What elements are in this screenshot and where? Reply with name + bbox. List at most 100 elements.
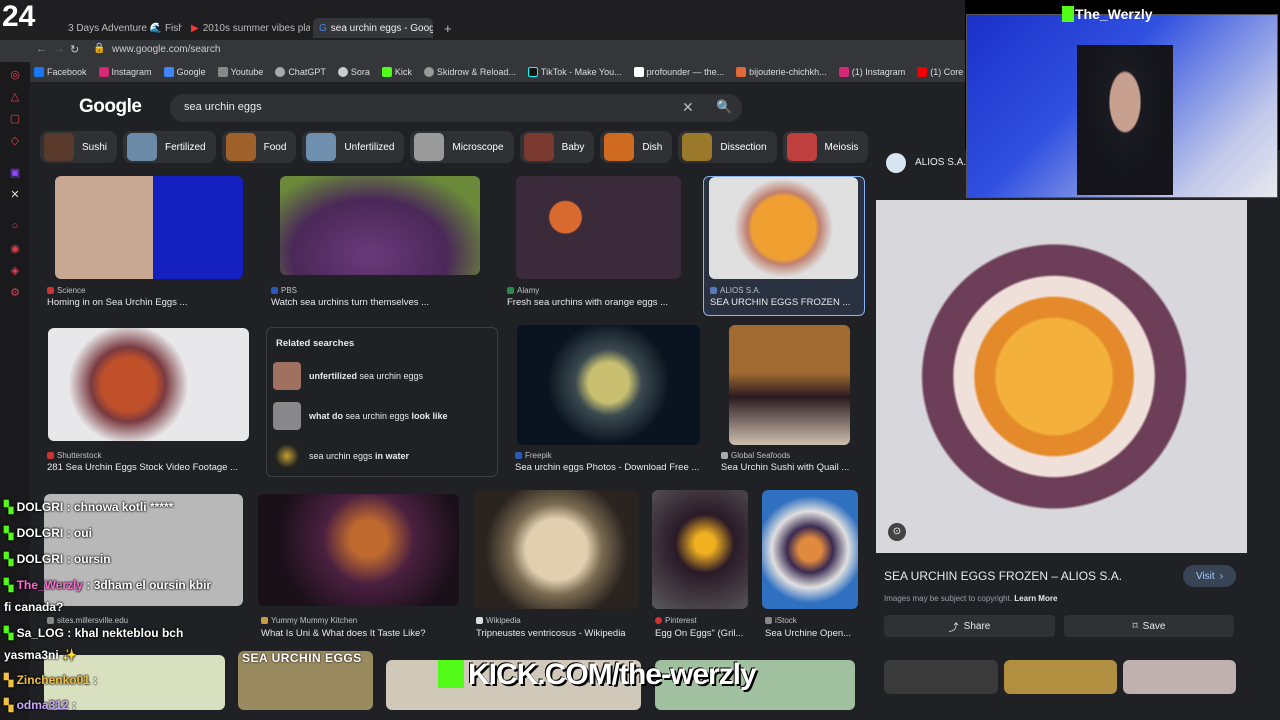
- chip-baby[interactable]: Baby: [519, 131, 595, 163]
- new-tab-button[interactable]: +: [438, 18, 454, 38]
- preview-image[interactable]: [876, 200, 1247, 553]
- result-image[interactable]: [48, 328, 249, 441]
- result-source[interactable]: Wikipedia: [476, 616, 521, 625]
- sidebar-app-icon[interactable]: ◇: [8, 134, 22, 148]
- panel-source[interactable]: ALIOS S.A.: [915, 157, 966, 168]
- bookmark-instagram[interactable]: Instagram: [98, 67, 152, 77]
- result-source[interactable]: Science: [47, 286, 85, 295]
- settings-icon[interactable]: ⚙: [8, 286, 22, 300]
- related-thumbnail[interactable]: [1004, 660, 1117, 694]
- bookmark-profounder[interactable]: profounder — the...: [633, 67, 724, 77]
- bookmark-facebook[interactable]: Facebook: [34, 67, 87, 77]
- search-box[interactable]: sea urchin eggs ✕ 🔍: [170, 94, 742, 122]
- related-thumbnail[interactable]: [884, 660, 998, 694]
- result-image[interactable]: [474, 490, 639, 609]
- related-item[interactable]: sea urchin eggs in water: [273, 442, 409, 470]
- search-input[interactable]: sea urchin eggs: [184, 101, 262, 113]
- chip-thumbnail: [604, 133, 635, 161]
- result-caption[interactable]: What Is Uni & What does It Taste Like?: [261, 628, 461, 639]
- sidebar-app-icon[interactable]: ◎: [8, 68, 22, 82]
- sidebar-app-icon[interactable]: ○: [8, 220, 22, 234]
- sidebar-app-icon[interactable]: ◉: [8, 242, 22, 256]
- streamer-name: The_Werzly: [1075, 6, 1153, 22]
- result-image[interactable]: [729, 325, 850, 445]
- result-caption[interactable]: Homing in on Sea Urchin Eggs ...: [47, 297, 247, 308]
- panel-title[interactable]: SEA URCHIN EGGS FROZEN – ALIOS S.A.: [884, 569, 1122, 583]
- result-caption[interactable]: Sea Urchin Sushi with Quail ...: [721, 462, 861, 473]
- result-image[interactable]: [55, 176, 243, 279]
- result-source[interactable]: iStock: [765, 616, 797, 625]
- x-icon[interactable]: ✕: [8, 188, 22, 202]
- related-item[interactable]: unfertilized sea urchin eggs: [273, 362, 423, 390]
- result-source[interactable]: sites.millersville.edu: [47, 616, 128, 625]
- result-source[interactable]: ALIOS S.A.: [710, 286, 761, 295]
- tab-adventure[interactable]: 3 Days Adventure 🌊 Fish: [62, 18, 182, 38]
- bookmark-core-men[interactable]: (1) Core men: [917, 67, 965, 77]
- sidebar-app-icon[interactable]: ◈: [8, 264, 22, 278]
- bookmark-skidrow[interactable]: Skidrow & Reload...: [423, 67, 516, 77]
- bookmark-chatgpt[interactable]: ChatGPT: [275, 67, 326, 77]
- result-source[interactable]: PBS: [271, 286, 297, 295]
- result-image[interactable]: [709, 177, 858, 279]
- chip-dissection[interactable]: Dissection: [678, 131, 777, 163]
- learn-more-link[interactable]: Learn More: [1014, 594, 1057, 603]
- result-caption[interactable]: Watch sea urchins turn themselves ...: [271, 297, 486, 308]
- url-field[interactable]: www.google.com/search: [112, 44, 220, 55]
- bookmark-instagram-2[interactable]: (1) Instagram: [838, 67, 905, 77]
- lens-icon[interactable]: ⊙: [888, 523, 906, 541]
- result-image[interactable]: [516, 176, 681, 279]
- save-button[interactable]: ⌑ Save: [1064, 615, 1234, 637]
- visit-button[interactable]: Visit ›: [1183, 565, 1236, 587]
- result-image[interactable]: [517, 325, 700, 445]
- search-icon[interactable]: 🔍: [716, 99, 732, 115]
- result-caption[interactable]: Fresh sea urchins with orange eggs ...: [507, 297, 687, 308]
- result-image[interactable]: [762, 490, 858, 609]
- twitch-icon[interactable]: ▣: [8, 166, 22, 180]
- forward-icon[interactable]: →: [54, 43, 65, 55]
- chip-meiosis[interactable]: Meiosis: [782, 131, 869, 163]
- result-caption[interactable]: Tripneustes ventricosus - Wikipedia: [476, 628, 636, 639]
- result-source[interactable]: Shutterstock: [47, 451, 101, 460]
- chip-sushi[interactable]: Sushi: [40, 131, 118, 163]
- chevron-right-icon: ›: [1219, 570, 1224, 582]
- result-caption[interactable]: Sea Urchine Open...: [765, 628, 860, 639]
- share-button[interactable]: ⤴ Share: [884, 615, 1055, 637]
- related-thumbnail[interactable]: [1123, 660, 1236, 694]
- result-caption[interactable]: 281 Sea Urchin Eggs Stock Video Footage …: [47, 462, 247, 473]
- source-favicon: [886, 153, 906, 173]
- bookmark-google[interactable]: Google: [163, 67, 206, 77]
- bookmark-sora[interactable]: Sora: [337, 67, 370, 77]
- result-caption[interactable]: Sea urchin eggs Photos - Download Free .…: [515, 462, 710, 473]
- google-logo[interactable]: Google: [79, 96, 142, 118]
- bookmark-youtube[interactable]: Youtube: [217, 67, 263, 77]
- result-source[interactable]: Alamy: [507, 286, 539, 295]
- back-icon[interactable]: ←: [36, 43, 47, 55]
- bookmark-tiktok[interactable]: TikTok - Make You...: [527, 67, 622, 77]
- chip-unfertilized[interactable]: Unfertilized: [302, 131, 405, 163]
- result-image[interactable]: [280, 176, 480, 275]
- sidebar-app-icon[interactable]: △: [8, 90, 22, 104]
- result-source[interactable]: Freepik: [515, 451, 552, 460]
- chip-fertilized[interactable]: Fertilized: [123, 131, 216, 163]
- result-caption[interactable]: Egg On Eggs" (Gril...: [655, 628, 750, 639]
- result-image[interactable]: [258, 494, 459, 606]
- clear-icon[interactable]: ✕: [682, 99, 694, 116]
- tab-google[interactable]: Gsea urchin eggs - Google: [313, 18, 433, 38]
- result-caption[interactable]: SEA URCHIN EGGS FROZEN ...: [710, 297, 860, 308]
- sidebar-app-icon[interactable]: ▢: [8, 112, 22, 126]
- bookmark-kick[interactable]: Kick: [381, 67, 412, 77]
- tab-summer-vibes[interactable]: ▶ 2010s summer vibes play: [185, 18, 310, 38]
- bookmark-bijouterie[interactable]: bijouterie-chichkh...: [736, 67, 827, 77]
- related-item[interactable]: what do sea urchin eggs look like: [273, 402, 448, 430]
- result-source-label: Science: [57, 286, 86, 295]
- chip-microscope[interactable]: Microscope: [410, 131, 514, 163]
- result-image[interactable]: [652, 490, 748, 609]
- chip-label: Meiosis: [824, 141, 859, 153]
- reload-icon[interactable]: ↻: [70, 43, 79, 56]
- result-source[interactable]: Yummy Mummy Kitchen: [261, 616, 357, 625]
- chip-dish[interactable]: Dish: [600, 131, 673, 163]
- result-source[interactable]: Pinterest: [655, 616, 697, 625]
- chip-thumbnail: [306, 133, 337, 161]
- chip-food[interactable]: Food: [221, 131, 297, 163]
- result-source[interactable]: Global Seafoods: [721, 451, 790, 460]
